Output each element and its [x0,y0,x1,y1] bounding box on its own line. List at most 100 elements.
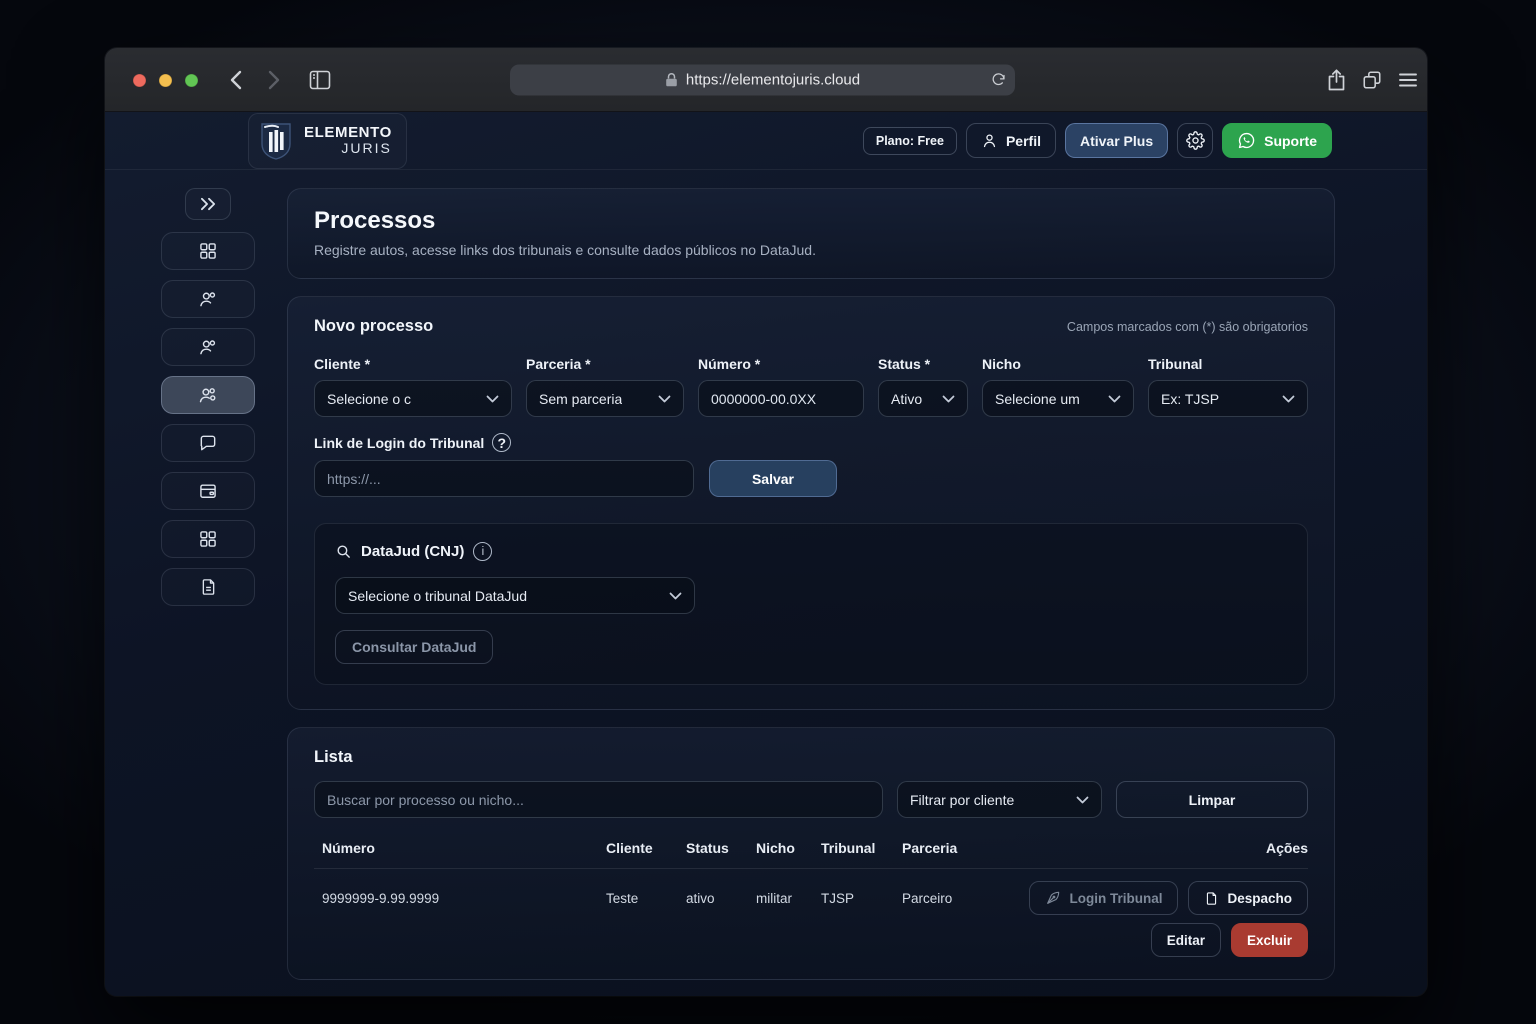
client-filter-select[interactable]: Filtrar por cliente [897,781,1102,818]
user-icon [198,289,218,309]
clear-filters-button[interactable]: Limpar [1116,781,1308,818]
sidebar-toggle-icon [309,70,331,90]
app-body: Processos Registre autos, acesse links d… [105,170,1427,980]
despacho-button[interactable]: Despacho [1188,881,1308,915]
browser-sidebar-toggle[interactable] [305,48,335,112]
chevron-down-icon [1282,395,1295,403]
chevron-down-icon [1108,395,1121,403]
menu-button[interactable] [1395,48,1421,112]
sidebar-item-user-2[interactable] [161,328,255,366]
consult-datajud-button[interactable]: Consultar DataJud [335,630,493,664]
brand-logo: ELEMENTO JURIS [248,113,407,169]
sidebar-item-user-1[interactable] [161,280,255,318]
tabs-overview-icon [1362,70,1382,90]
field-status: Status * Ativo [878,356,968,417]
status-select[interactable]: Ativo [878,380,968,417]
share-icon [1327,69,1346,91]
menu-icon [1399,73,1417,87]
cliente-select-value: Selecione o c [327,391,411,407]
tribunal-select[interactable]: Ex: TJSP [1148,380,1308,417]
forward-button[interactable] [261,48,287,112]
chevron-down-icon [669,592,682,600]
chevron-down-icon [1076,796,1089,804]
col-acoes: Ações [1266,840,1308,856]
support-button[interactable]: Suporte [1222,123,1332,158]
share-button[interactable] [1323,48,1349,112]
form-title: Novo processo [314,317,433,336]
page-title: Processos [314,207,1308,235]
profile-button[interactable]: Perfil [966,123,1056,158]
numero-input[interactable] [698,380,864,417]
datajud-tribunal-select[interactable]: Selecione o tribunal DataJud [335,577,695,614]
row-edit-actions: Editar Excluir [314,923,1308,957]
app-root: ELEMENTO JURIS Plano: Free Perfil Ativar… [105,112,1427,996]
settings-button[interactable] [1177,123,1213,158]
search-input[interactable] [314,781,883,818]
link-label-row: Link de Login do Tribunal ? [314,433,1308,452]
required-fields-hint: Campos marcados com (*) são obrigatorios [1067,320,1308,334]
status-label: Status * [878,356,968,372]
sidebar-item-documentos[interactable] [161,568,255,606]
back-button[interactable] [223,48,249,112]
field-cliente: Cliente * Selecione o c [314,356,512,417]
list-card: Lista Filtrar por cliente Limpar Número … [287,727,1335,980]
chevrons-right-icon [200,197,217,211]
delete-button[interactable]: Excluir [1231,923,1308,957]
list-title: Lista [314,748,1308,767]
activate-plus-button[interactable]: Ativar Plus [1065,123,1168,158]
sidebar-item-chat[interactable] [161,424,255,462]
datajud-header: DataJud (CNJ) i [335,542,1287,561]
despacho-label: Despacho [1227,891,1292,906]
col-status: Status [686,840,756,856]
col-nicho: Nicho [756,840,821,856]
cell-cliente: Teste [606,891,686,906]
login-tribunal-button[interactable]: Login Tribunal [1029,881,1178,915]
field-numero: Número * [698,356,864,417]
cell-parceria: Parceiro [902,891,1029,906]
link-label: Link de Login do Tribunal [314,435,484,451]
minimize-window-button[interactable] [159,74,172,87]
col-parceria: Parceria [902,840,1266,856]
forward-chevron-icon [268,70,280,90]
browser-titlebar: https://elementojuris.cloud [105,48,1427,112]
sidebar-item-processos[interactable] [161,376,255,414]
sidebar-item-financeiro[interactable] [161,472,255,510]
datajud-title: DataJud (CNJ) [361,543,464,560]
new-process-card: Novo processo Campos marcados com (*) sã… [287,296,1335,710]
form-fields-row: Cliente * Selecione o c Parceria * Sem p… [314,356,1308,417]
sidebar [161,188,255,980]
pen-nib-icon [1045,890,1061,906]
user-icon [198,337,218,357]
field-nicho: Nicho Selecione um [982,356,1134,417]
shield-columns-logo-icon [258,121,294,161]
wallet-icon [198,481,218,501]
nicho-label: Nicho [982,356,1134,372]
url-text: https://elementojuris.cloud [686,71,860,88]
chat-bubble-icon [198,433,218,453]
info-circle-icon[interactable]: i [473,542,492,561]
table-header: Número Cliente Status Nicho Tribunal Par… [314,840,1308,868]
cliente-select[interactable]: Selecione o c [314,380,512,417]
cell-status: ativo [686,891,756,906]
login-tribunal-label: Login Tribunal [1069,891,1162,906]
url-bar[interactable]: https://elementojuris.cloud [510,64,1015,95]
nicho-select[interactable]: Selecione um [982,380,1134,417]
help-circle-icon[interactable]: ? [492,433,511,452]
close-window-button[interactable] [133,74,146,87]
parceria-select[interactable]: Sem parceria [526,380,684,417]
gear-icon [1186,131,1205,150]
link-input[interactable] [314,460,694,497]
nicho-select-value: Selecione um [995,391,1080,407]
reload-button[interactable] [991,72,1006,87]
brand-line2: JURIS [304,141,392,156]
save-button[interactable]: Salvar [709,460,837,497]
sidebar-expand-button[interactable] [185,188,231,220]
tabs-overview-button[interactable] [1359,48,1385,112]
page-subtitle: Registre autos, acesse links dos tribuna… [314,242,1308,258]
sidebar-item-apps[interactable] [161,520,255,558]
profile-label: Perfil [1006,133,1041,149]
zoom-window-button[interactable] [185,74,198,87]
edit-button[interactable]: Editar [1151,923,1221,957]
browser-window: https://elementojuris.cloud [105,48,1427,996]
sidebar-item-dashboard[interactable] [161,232,255,270]
